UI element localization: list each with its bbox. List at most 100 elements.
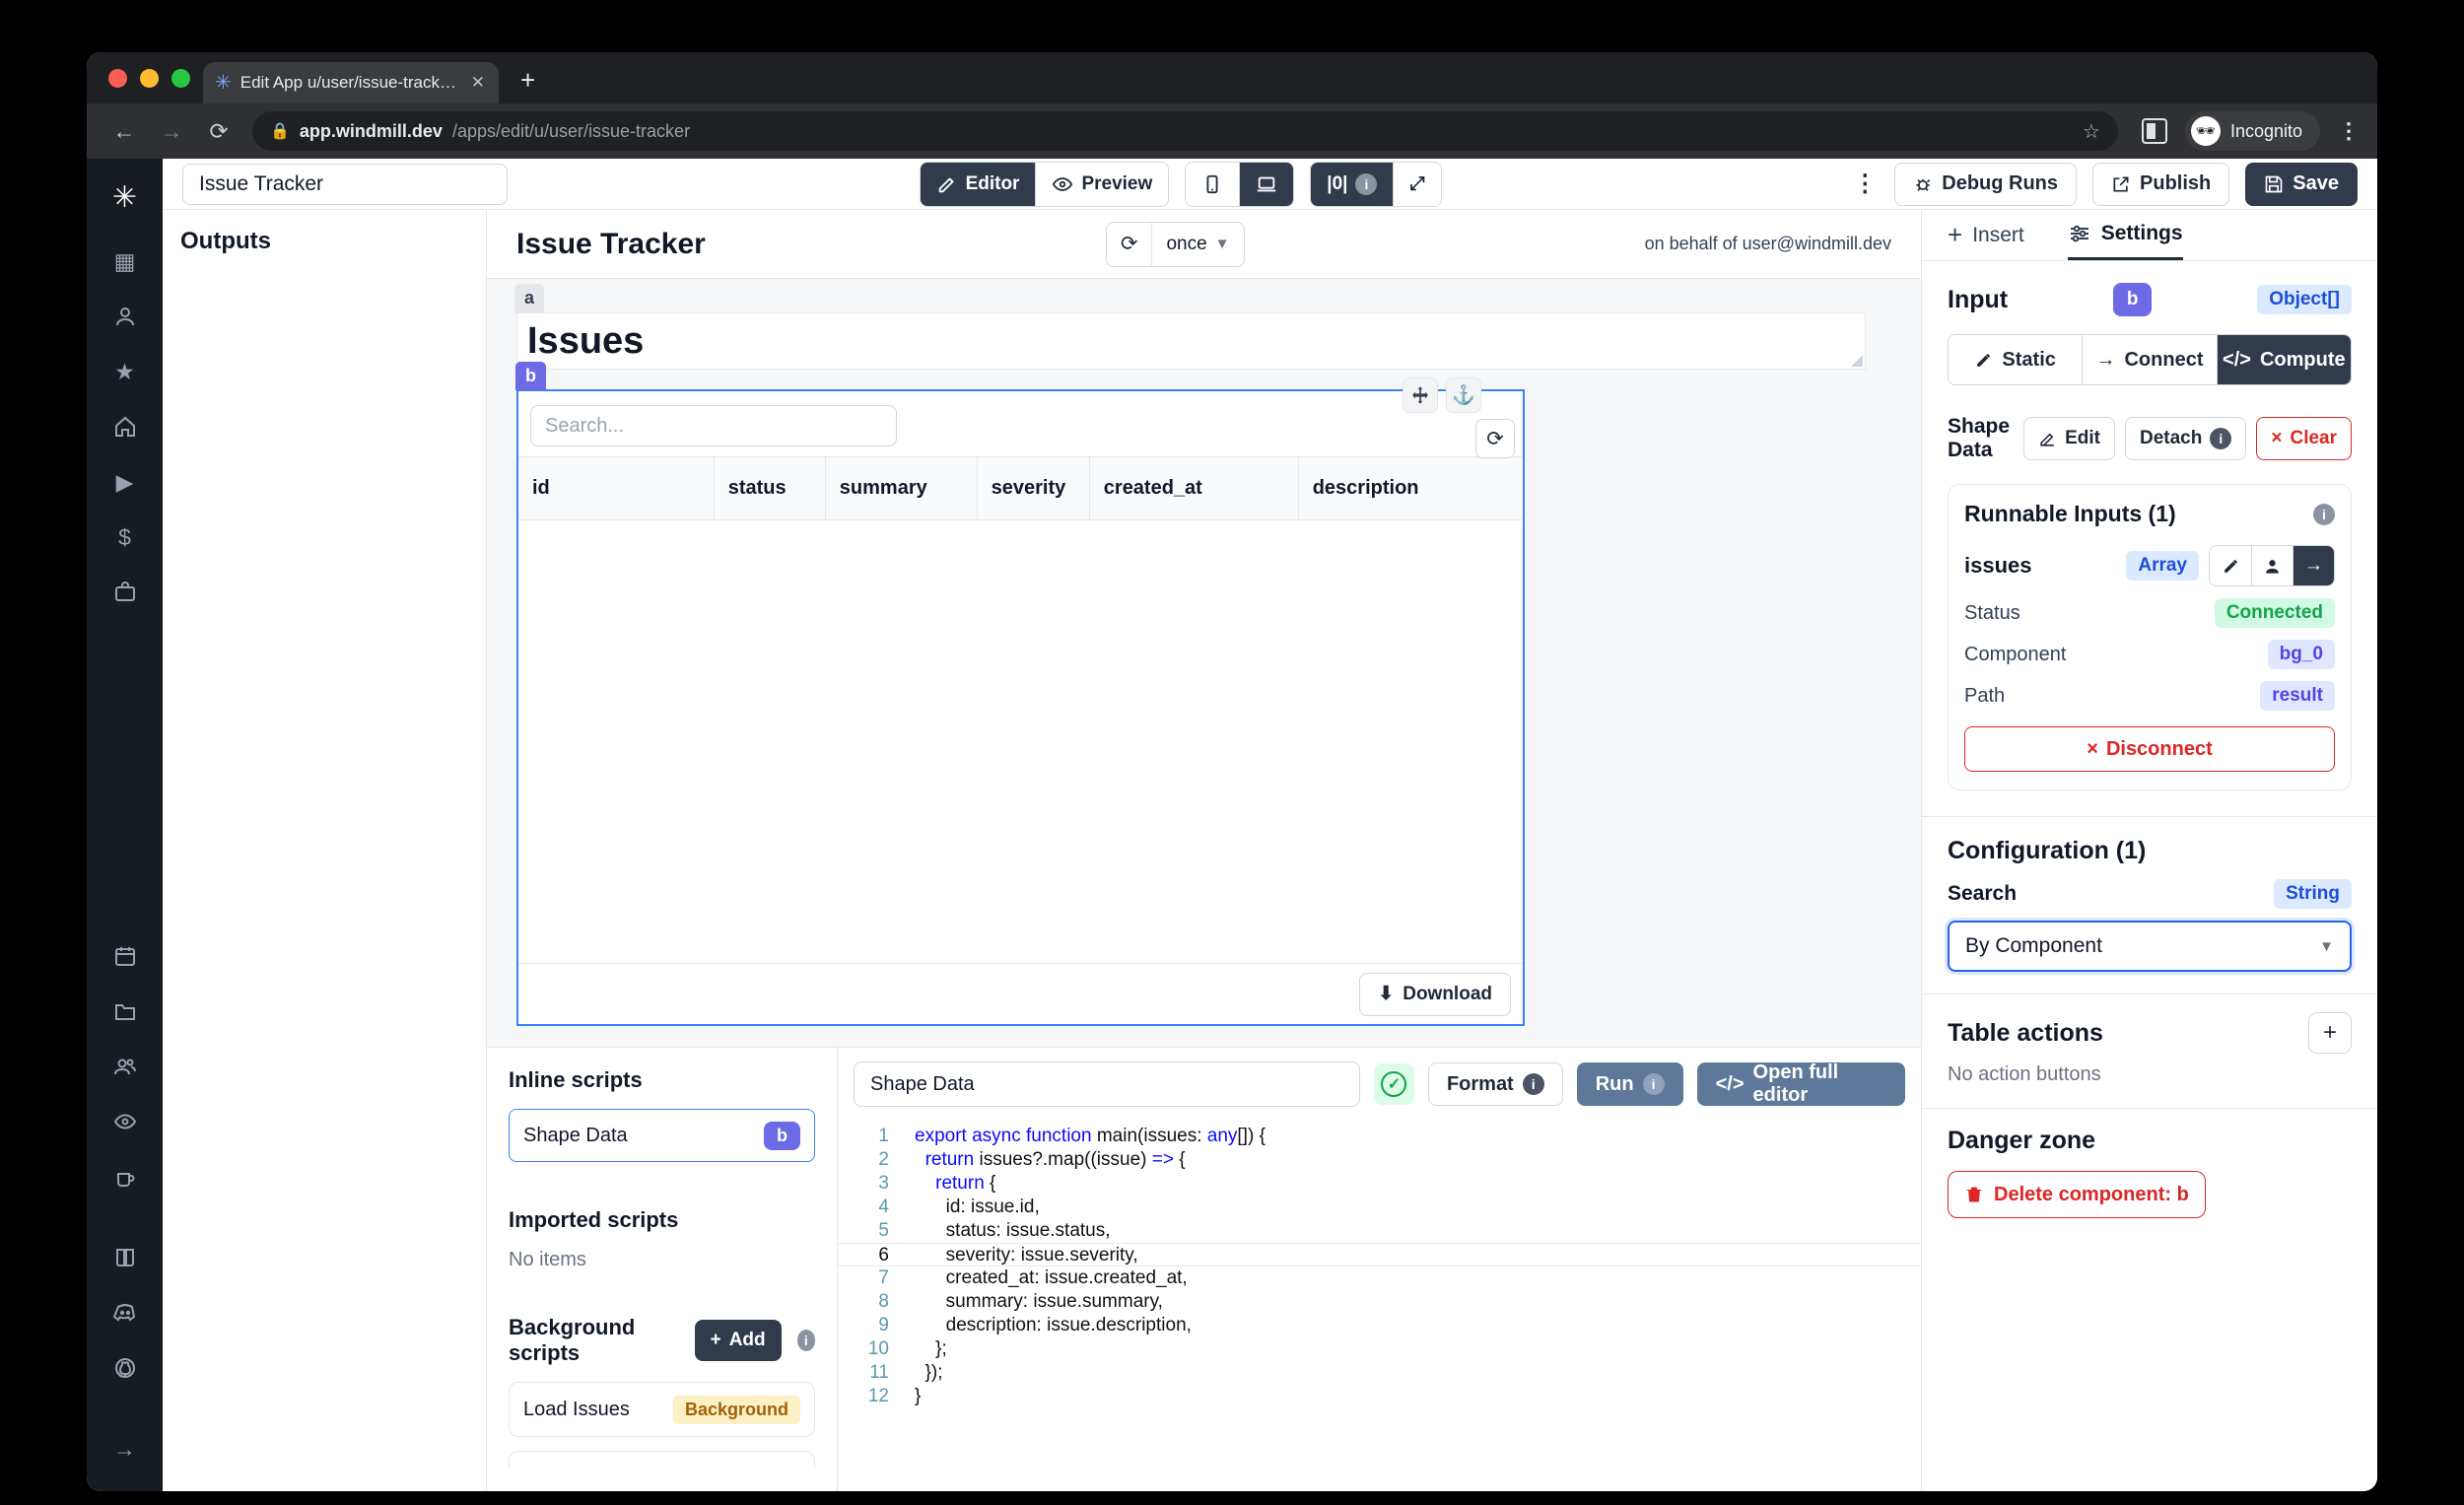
code-line[interactable]: 3 return { [838,1172,1921,1196]
add-table-action-button[interactable]: + [2308,1012,2352,1054]
tab-insert[interactable]: + Insert [1948,210,2024,260]
runs-play-icon[interactable]: ▶ [116,469,134,495]
anchor-component-icon[interactable]: ⚓ [1446,377,1481,413]
windmill-logo-icon[interactable]: ✳ [112,180,137,215]
script-name-input[interactable]: Shape Data [854,1061,1360,1107]
tab-close-icon[interactable]: ✕ [469,73,487,93]
resize-handle[interactable] [1851,355,1863,367]
code-line[interactable]: 1 export async function main(issues: any[… [838,1125,1921,1148]
code-line[interactable]: 10 }; [838,1337,1921,1361]
debug-runs-button[interactable]: Debug Runs [1894,162,2078,206]
user-icon[interactable] [113,304,137,329]
background-script-item[interactable]: Load Issues Background [509,1382,815,1437]
forward-icon[interactable]: → [152,118,191,145]
close-window-button[interactable] [108,69,127,88]
connect-mode-icon[interactable]: → [2293,546,2334,585]
code-line[interactable]: 11 }); [838,1361,1921,1385]
variables-dollar-icon[interactable]: $ [118,524,131,550]
inline-script-editor: Shape Data ✓ Format i Run i </> Open full e… [838,1048,1921,1491]
github-icon[interactable] [113,1355,137,1381]
connect-input-button[interactable]: → Connect [2082,335,2217,384]
reload-icon[interactable]: ⟳ [199,118,239,145]
refresh-icon[interactable]: ⟳ [1107,222,1153,266]
workers-icon[interactable] [113,1164,137,1190]
browser-menu-icon[interactable]: ⋮ [2338,118,2360,144]
table-component[interactable]: b ⚓ ⟳ Search... id status summary severi… [515,362,1525,1026]
refresh-mode-select[interactable]: once ▼ [1152,234,1243,255]
collapse-sidebar-arrow-icon[interactable]: → [113,1436,136,1462]
discord-icon[interactable] [112,1300,137,1326]
jobs-counter-button[interactable]: |0| i [1311,162,1394,206]
run-button[interactable]: Run i [1576,1062,1683,1106]
background-script-item-partial[interactable] [509,1451,815,1469]
col-header-summary[interactable]: summary [826,457,978,519]
code-line[interactable]: 5 status: issue.status, [838,1219,1921,1243]
app-name-input[interactable]: Issue Tracker [182,163,508,205]
preview-mode-button[interactable]: Preview [1035,162,1169,206]
macos-traffic-lights[interactable] [108,69,190,88]
user-input-mode-icon[interactable] [2251,546,2293,585]
schedules-calendar-icon[interactable] [113,943,137,969]
col-header-status[interactable]: status [715,457,826,519]
zoom-window-button[interactable] [171,69,190,88]
inline-script-item[interactable]: Shape Data b [509,1109,815,1162]
add-background-script-button[interactable]: + Add [694,1320,782,1361]
editor-mode-button[interactable]: Editor [920,162,1036,206]
docs-book-icon[interactable] [113,1245,137,1270]
browser-tab[interactable]: ✳ Edit App u/user/issue-tracker | ✕ [203,62,499,103]
minimize-window-button[interactable] [140,69,159,88]
audit-eye-icon[interactable] [113,1109,137,1134]
groups-users-icon[interactable] [113,1054,137,1079]
fullscreen-button[interactable]: ⤢ [1393,162,1441,206]
tab-search-icon[interactable] [2141,118,2167,144]
search-mode-select[interactable]: By Component ▼ [1948,921,2352,972]
apps-grid-icon[interactable]: ▦ [114,248,136,274]
col-header-severity[interactable]: severity [978,457,1090,519]
save-button[interactable]: Save [2245,162,2358,206]
edit-script-button[interactable]: Edit [2023,417,2115,460]
new-tab-button[interactable]: + [520,65,535,96]
col-header-description[interactable]: description [1299,457,1523,519]
code-line[interactable]: 12} [838,1385,1921,1408]
format-button[interactable]: Format i [1427,1062,1563,1106]
clear-script-button[interactable]: × Clear [2256,417,2352,460]
code-line[interactable]: 6 severity: issue.severity, [838,1243,1921,1266]
incognito-label: Incognito [2229,120,2302,141]
code-line[interactable]: 8 summary: issue.summary, [838,1290,1921,1314]
delete-component-button[interactable]: Delete component: b [1948,1171,2206,1218]
disconnect-button[interactable]: × Disconnect [1964,726,2335,772]
favorites-star-icon[interactable]: ★ [114,359,135,384]
component-b-badge[interactable]: b [515,362,546,390]
back-icon[interactable]: ← [104,118,144,145]
component-value-badge: bg_0 [2267,640,2335,669]
static-mode-icon[interactable] [2210,546,2251,585]
code-line[interactable]: 9 description: issue.description, [838,1314,1921,1337]
code-line[interactable]: 2 return issues?.map((issue) => { [838,1148,1921,1172]
bookmark-star-icon[interactable]: ☆ [2083,119,2100,144]
folders-icon[interactable] [113,998,137,1024]
open-full-editor-button[interactable]: </> Open full editor [1696,1061,1905,1106]
table-refresh-icon[interactable]: ⟳ [1475,419,1515,458]
mobile-view-button[interactable] [1186,162,1240,206]
desktop-view-button[interactable] [1239,162,1294,206]
address-bar[interactable]: 🔒 app.windmill.dev /apps/edit/u/user/iss… [252,111,2118,151]
col-header-created-at[interactable]: created_at [1090,457,1299,519]
code-line[interactable]: 4 id: issue.id, [838,1196,1921,1219]
col-header-id[interactable]: id [518,457,715,519]
static-input-button[interactable]: Static [1949,335,2083,384]
publish-button[interactable]: Publish [2092,162,2230,206]
component-a-badge[interactable]: a [514,284,545,312]
tab-settings[interactable]: Settings [2067,210,2183,260]
code-editor[interactable]: 1 export async function main(issues: any[… [838,1117,1921,1491]
code-line[interactable]: 7 created_at: issue.created_at, [838,1266,1921,1290]
home-icon[interactable] [113,414,137,440]
compute-input-button[interactable]: </> Compute [2216,335,2351,384]
move-component-icon[interactable] [1403,377,1438,413]
refresh-mode-control[interactable]: ⟳ once ▼ [1105,221,1245,267]
table-search-input[interactable]: Search... [530,405,897,446]
resources-icon[interactable] [113,580,137,605]
download-button[interactable]: ⬇ Download [1359,972,1511,1016]
more-menu-icon[interactable]: ⋮ [1853,170,1877,198]
text-component[interactable]: a Issues [514,284,1866,370]
detach-script-button[interactable]: Detach i [2125,417,2247,460]
